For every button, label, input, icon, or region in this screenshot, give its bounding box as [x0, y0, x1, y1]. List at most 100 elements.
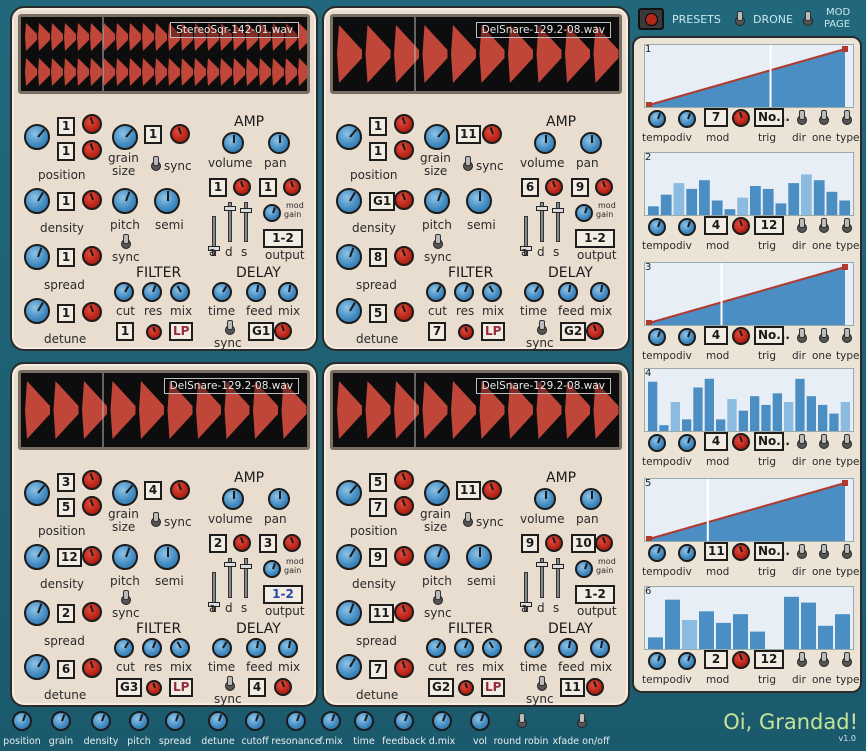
- pitch-sync-toggle[interactable]: [432, 590, 443, 606]
- detune-mod-knob[interactable]: [394, 658, 414, 678]
- tempo-knob[interactable]: [648, 544, 666, 562]
- lane-mod-knob[interactable]: [732, 327, 750, 345]
- step-bar[interactable]: [750, 396, 760, 431]
- delay-source-box[interactable]: G1: [248, 322, 275, 341]
- position-mod-knob-2[interactable]: [82, 496, 102, 516]
- step-bar[interactable]: [775, 203, 787, 215]
- spread-mod-knob[interactable]: [394, 602, 414, 622]
- density-knob[interactable]: [24, 544, 50, 570]
- macro-grain-knob[interactable]: [51, 711, 71, 731]
- position-mod-knob-2[interactable]: [394, 140, 414, 160]
- delay-source-box[interactable]: 11: [560, 678, 585, 697]
- filter-mix-knob[interactable]: [482, 282, 502, 302]
- density-mod-knob[interactable]: [394, 190, 414, 210]
- spread-knob[interactable]: [24, 244, 50, 270]
- grain-sync-toggle[interactable]: [150, 156, 161, 172]
- step-bar[interactable]: [813, 180, 825, 215]
- decay-slider-handle[interactable]: [536, 562, 548, 567]
- macro-f-mix-knob[interactable]: [321, 711, 341, 731]
- sustain-slider-handle[interactable]: [552, 208, 564, 213]
- waveform-display[interactable]: DelSnare-129.2-08.wav: [18, 370, 310, 450]
- density-mod-knob[interactable]: [82, 190, 102, 210]
- pan-mod-knob[interactable]: [595, 534, 613, 552]
- density-mod-knob[interactable]: [82, 546, 102, 566]
- detune-mod-knob[interactable]: [82, 302, 102, 322]
- detune-box[interactable]: 7: [369, 660, 387, 679]
- macro-detune-knob[interactable]: [208, 711, 228, 731]
- filter-source-box[interactable]: 1: [116, 322, 134, 341]
- pan-box[interactable]: 10: [571, 534, 596, 553]
- mod-value-box[interactable]: 4: [704, 326, 728, 345]
- delay-mix-knob[interactable]: [590, 282, 610, 302]
- ramp-node[interactable]: [842, 46, 848, 52]
- spread-box[interactable]: 8: [369, 248, 387, 267]
- one-shot-toggle[interactable]: [818, 218, 829, 234]
- grain-mod-knob[interactable]: [482, 124, 502, 144]
- position-mod-knob-1[interactable]: [394, 470, 414, 490]
- filter-res-knob[interactable]: [142, 638, 162, 658]
- step-bar[interactable]: [829, 413, 839, 431]
- step-bar[interactable]: [686, 188, 698, 215]
- filter-res-knob[interactable]: [454, 638, 474, 658]
- detune-box[interactable]: 1: [57, 304, 75, 323]
- step-bar[interactable]: [818, 625, 833, 649]
- semi-knob[interactable]: [154, 544, 180, 570]
- mod-value-box[interactable]: 11: [704, 542, 728, 561]
- ramp-node[interactable]: [646, 536, 652, 542]
- grain-box[interactable]: 11: [456, 125, 481, 144]
- spread-mod-knob[interactable]: [82, 602, 102, 622]
- delay-source-box[interactable]: 4: [248, 678, 266, 697]
- position-box-1[interactable]: 3: [57, 473, 75, 492]
- spread-box[interactable]: 2: [57, 604, 75, 623]
- volume-mod-knob[interactable]: [233, 178, 251, 196]
- decay-slider[interactable]: [536, 558, 548, 598]
- mod-lane-graph[interactable]: [644, 368, 854, 432]
- volume-mod-knob[interactable]: [545, 534, 563, 552]
- semi-knob[interactable]: [154, 188, 180, 214]
- position-box-1[interactable]: 5: [369, 473, 387, 492]
- spread-mod-knob[interactable]: [82, 246, 102, 266]
- lane-mod-knob[interactable]: [732, 651, 750, 669]
- filter-res-knob[interactable]: [454, 282, 474, 302]
- macro-position-knob[interactable]: [12, 711, 32, 731]
- decay-slider[interactable]: [224, 202, 236, 242]
- macro-vol-knob[interactable]: [470, 711, 490, 731]
- step-bar[interactable]: [761, 404, 771, 431]
- type-toggle[interactable]: [841, 434, 852, 450]
- position-knob[interactable]: [24, 480, 50, 506]
- mod-gain-knob[interactable]: [575, 204, 593, 222]
- density-knob[interactable]: [336, 188, 362, 214]
- type-toggle[interactable]: [841, 652, 852, 668]
- mod-value-box[interactable]: 2: [704, 650, 728, 669]
- delay-mod-knob[interactable]: [586, 678, 604, 696]
- delay-mix-knob[interactable]: [278, 638, 298, 658]
- dir-toggle[interactable]: [796, 544, 807, 560]
- step-bar[interactable]: [762, 188, 774, 215]
- ramp-node[interactable]: [646, 102, 652, 108]
- div-knob[interactable]: [678, 434, 696, 452]
- grain-mod-knob[interactable]: [482, 480, 502, 500]
- filter-type-box[interactable]: LP: [169, 678, 194, 697]
- macro-spread-knob[interactable]: [165, 711, 185, 731]
- pan-mod-knob[interactable]: [283, 178, 301, 196]
- position-mod-knob-1[interactable]: [82, 470, 102, 490]
- delay-mod-knob[interactable]: [586, 322, 604, 340]
- delay-sync-toggle[interactable]: [224, 320, 235, 336]
- sustain-slider[interactable]: [552, 202, 564, 242]
- volume-box[interactable]: 9: [521, 534, 539, 553]
- filter-cut-knob[interactable]: [114, 638, 134, 658]
- step-bar[interactable]: [660, 194, 672, 215]
- one-shot-toggle[interactable]: [818, 110, 829, 126]
- pitch-sync-toggle[interactable]: [120, 590, 131, 606]
- filter-cut-knob[interactable]: [114, 282, 134, 302]
- grain-mod-knob[interactable]: [170, 480, 190, 500]
- tempo-knob[interactable]: [648, 110, 666, 128]
- density-knob[interactable]: [24, 188, 50, 214]
- filter-cut-knob[interactable]: [426, 638, 446, 658]
- decay-slider-handle[interactable]: [536, 206, 548, 211]
- detune-box[interactable]: 5: [369, 304, 387, 323]
- detune-mod-knob[interactable]: [82, 658, 102, 678]
- lane-mod-knob[interactable]: [732, 433, 750, 451]
- semi-knob[interactable]: [466, 188, 492, 214]
- density-box[interactable]: 1: [57, 192, 75, 211]
